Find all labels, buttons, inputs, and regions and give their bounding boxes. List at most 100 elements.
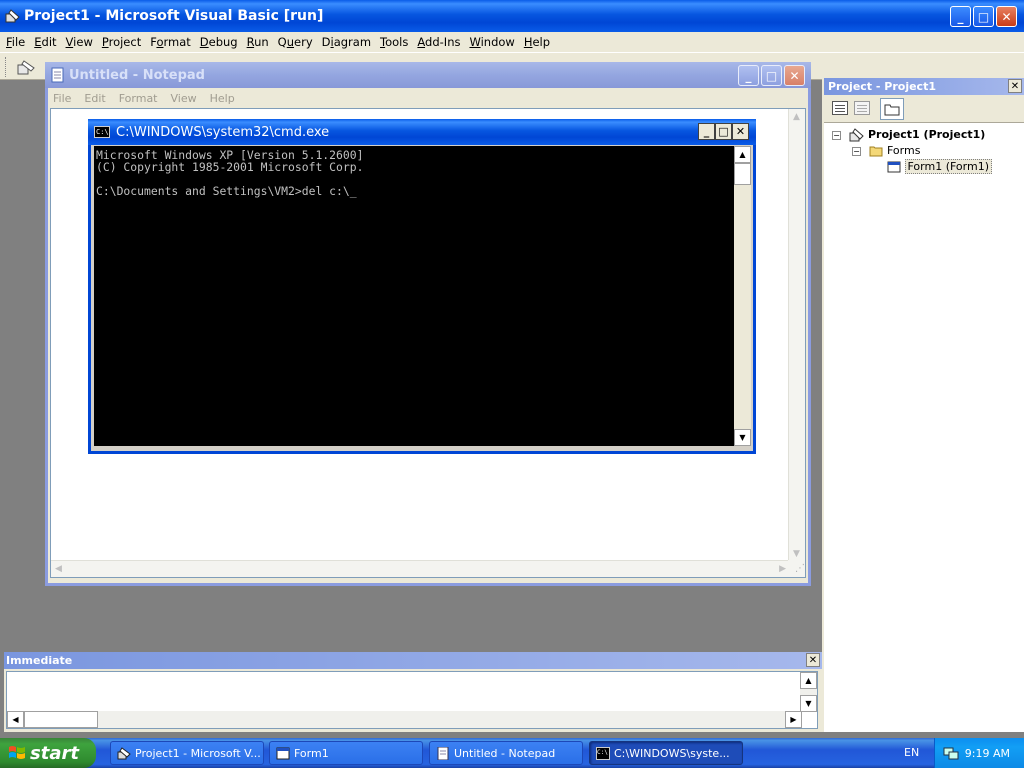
vb-menu-item-1[interactable]: Edit (34, 35, 56, 49)
immediate-close-icon[interactable]: ✕ (806, 653, 820, 667)
notepad-maximize-button[interactable]: □ (761, 65, 782, 86)
tree-item-form1[interactable]: Form1 (Form1) (887, 159, 992, 174)
taskbar: start Project1 - Microsoft V... Form1 Un… (0, 738, 1024, 768)
forms-folder-label: Forms (887, 144, 921, 157)
notepad-close-button[interactable]: ✕ (784, 65, 805, 86)
immediate-input[interactable]: ▲ ▼ ◀ ▶ (6, 671, 818, 729)
vb-menu-item-10[interactable]: Add-Ins (417, 35, 460, 49)
cmd-line-1: (C) Copyright 1985-2001 Microsoft Corp. (96, 160, 364, 174)
notepad-menu-item-2[interactable]: Format (119, 92, 158, 105)
view-code-icon[interactable] (832, 101, 848, 115)
system-tray: 9:19 AM (934, 738, 1024, 768)
cmd-title-text: C:\WINDOWS\system32\cmd.exe (116, 124, 330, 140)
notepad-minimize-button[interactable]: _ (738, 65, 759, 86)
scroll-right-icon[interactable]: ▶ (779, 564, 786, 574)
view-object-icon[interactable] (854, 101, 870, 115)
immediate-vertical-scrollbar[interactable]: ▲ ▼ (800, 672, 817, 712)
vb-menu-item-5[interactable]: Debug (200, 35, 238, 49)
imm-hscroll-thumb[interactable] (24, 711, 98, 728)
notepad-menu-item-1[interactable]: Edit (84, 92, 105, 105)
scroll-down-icon[interactable]: ▼ (793, 549, 800, 559)
notepad-vertical-scrollbar[interactable]: ▲ ▼ (788, 109, 805, 562)
task-form1[interactable]: Form1 (269, 741, 423, 765)
task-vb-label: Project1 - Microsoft V... (135, 746, 261, 760)
language-indicator[interactable]: EN (904, 746, 919, 759)
project-icon (849, 128, 864, 142)
tree-root-project[interactable]: − Project1 (Project1) (832, 128, 985, 142)
vb-title-bar[interactable]: Project1 - Microsoft Visual Basic [run] … (0, 0, 1024, 32)
cmd-vertical-scrollbar[interactable]: ▲ ▼ (734, 146, 751, 446)
project-root-label: Project1 (Project1) (868, 128, 986, 141)
imm-scroll-left-icon[interactable]: ◀ (7, 711, 24, 728)
cmd-title-bar[interactable]: C:\ C:\WINDOWS\system32\cmd.exe _ □ ✕ (88, 119, 756, 145)
task-notepad-label: Untitled - Notepad (454, 746, 556, 760)
tree-folder-forms[interactable]: − Forms (852, 144, 920, 157)
notepad-menu-bar: File Edit Format View Help (48, 88, 808, 108)
add-project-icon[interactable] (16, 58, 38, 76)
vb-menu-item-0[interactable]: File (6, 35, 25, 49)
form-task-icon (276, 747, 290, 760)
cmd-minimize-button[interactable]: _ (698, 123, 715, 140)
vb-app-icon (5, 9, 20, 23)
toggle-folders-icon[interactable] (880, 98, 904, 120)
clock[interactable]: 9:19 AM (965, 747, 1010, 760)
immediate-title: Immediate (6, 654, 73, 667)
vb-menu-item-9[interactable]: Tools (380, 35, 408, 49)
project-explorer-toolbar (824, 95, 1024, 123)
vb-menu-item-4[interactable]: Format (150, 35, 191, 49)
task-form1-label: Form1 (294, 746, 329, 760)
notepad-task-icon (437, 747, 449, 760)
task-cmd-label: C:\WINDOWS\syste... (614, 746, 730, 760)
vb-menu-item-7[interactable]: Query (278, 35, 313, 49)
folder-icon (869, 146, 882, 157)
cmd-close-button[interactable]: ✕ (732, 123, 749, 140)
cmd-line-3: C:\Documents and Settings\VM2>del c:\_ (96, 184, 357, 198)
notepad-menu-item-0[interactable]: File (53, 92, 71, 105)
windows-logo-icon (9, 746, 25, 759)
size-grip-icon[interactable]: ⋰ (788, 560, 805, 577)
scroll-left-icon[interactable]: ◀ (55, 564, 62, 574)
vb-menu-item-6[interactable]: Run (247, 35, 269, 49)
start-button[interactable]: start (0, 738, 96, 768)
notepad-menu-item-4[interactable]: Help (210, 92, 235, 105)
project-explorer-header: Project - Project1 ✕ (824, 78, 1024, 95)
task-vb[interactable]: Project1 - Microsoft V... (110, 741, 264, 765)
vb-close-button[interactable]: ✕ (996, 6, 1017, 27)
collapse-icon[interactable]: − (852, 146, 861, 156)
vb-menu-item-3[interactable]: Project (102, 35, 141, 49)
cmd-console-output[interactable]: Microsoft Windows XP [Version 5.1.2600](… (94, 146, 734, 446)
immediate-window: Immediate ✕ ▲ ▼ ◀ ▶ (4, 652, 822, 732)
imm-scroll-down-icon[interactable]: ▼ (800, 695, 817, 712)
imm-scroll-up-icon[interactable]: ▲ (800, 672, 817, 689)
vb-menu-item-2[interactable]: View (66, 35, 93, 49)
notepad-menu-item-3[interactable]: View (171, 92, 197, 105)
vb-title-text: Project1 - Microsoft Visual Basic [run] (24, 8, 324, 24)
vb-menu-bar: File Edit View Project Format Debug Run Query Di… (0, 32, 1024, 52)
cmd-maximize-button[interactable]: □ (715, 123, 732, 140)
cmd-scroll-down-icon[interactable]: ▼ (734, 429, 751, 446)
project-close-icon[interactable]: ✕ (1008, 79, 1022, 93)
cmd-task-icon: C:\ (596, 747, 610, 760)
toolbar-grip (5, 57, 8, 77)
collapse-icon[interactable]: − (832, 130, 841, 140)
project-explorer-title: Project - Project1 (828, 80, 936, 93)
vb-menu-item-12[interactable]: Help (524, 35, 550, 49)
task-notepad[interactable]: Untitled - Notepad (429, 741, 583, 765)
vb-menu-item-8[interactable]: Diagram (322, 35, 371, 49)
cmd-window: C:\ C:\WINDOWS\system32\cmd.exe _ □ ✕ Mi… (88, 119, 756, 454)
immediate-horizontal-scrollbar[interactable]: ◀ ▶ (7, 711, 802, 728)
cmd-scroll-up-icon[interactable]: ▲ (734, 146, 751, 163)
vb-maximize-button[interactable]: □ (973, 6, 994, 27)
project-explorer-panel: Project - Project1 ✕ − Project1 (Project… (822, 78, 1024, 732)
scroll-up-icon[interactable]: ▲ (793, 112, 800, 122)
imm-scroll-right-icon[interactable]: ▶ (785, 711, 802, 728)
cmd-scroll-thumb[interactable] (734, 163, 751, 185)
vb-menu-item-11[interactable]: Window (469, 35, 514, 49)
vb-minimize-button[interactable]: _ (950, 6, 971, 27)
notepad-horizontal-scrollbar[interactable]: ◀ ▶ (51, 560, 790, 577)
cmd-icon: C:\ (94, 126, 110, 138)
vb-task-icon (117, 747, 131, 760)
network-icon[interactable] (943, 745, 959, 761)
notepad-title-bar[interactable]: Untitled - Notepad _ □ ✕ (45, 62, 811, 88)
task-cmd[interactable]: C:\ C:\WINDOWS\syste... (589, 741, 743, 765)
